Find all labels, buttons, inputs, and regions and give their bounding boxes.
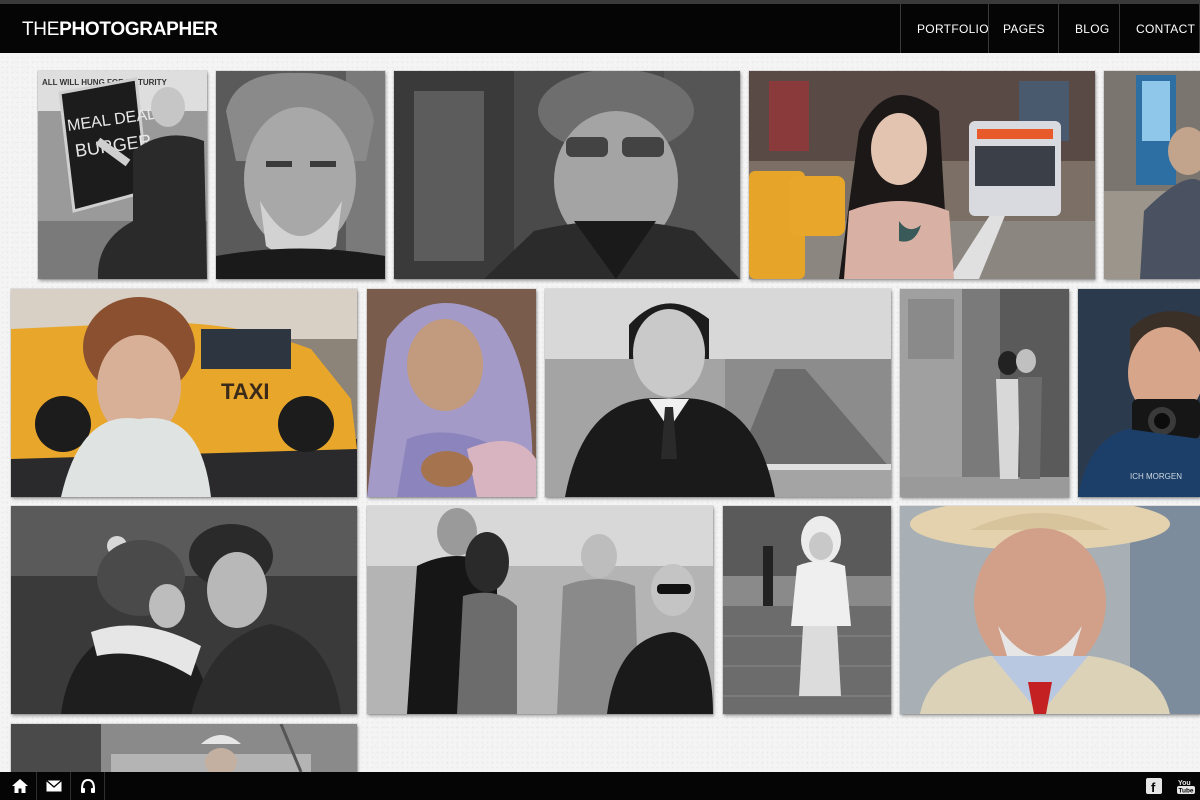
facebook-glyph: f <box>1151 780 1156 794</box>
mail-icon[interactable] <box>37 772 71 800</box>
facebook-icon[interactable]: f <box>1140 772 1168 800</box>
photo-man-straw-hat-red-tie[interactable] <box>900 506 1200 714</box>
nav-contact[interactable]: CONTACT <box>1119 4 1200 53</box>
photo-man-knit-hat[interactable] <box>394 71 740 279</box>
photo-chalkboard-man[interactable]: ALL WILL HUNG FOR MATURITY MEAL DEAL BUR… <box>38 71 207 279</box>
youtube-glyph: You <box>1178 780 1191 787</box>
photo-man-white-cap[interactable] <box>11 724 357 772</box>
photo-child-white-coat[interactable] <box>723 506 891 714</box>
taxi-text: TAXI <box>221 379 269 404</box>
shirt-text: ICH MORGEN <box>1130 472 1182 481</box>
youtube-icon[interactable]: You Tube <box>1172 772 1200 800</box>
nav-pages[interactable]: PAGES <box>988 4 1058 53</box>
site-logo[interactable]: THEPHOTOGRAPHER <box>22 19 218 43</box>
nav-blog[interactable]: BLOG <box>1058 4 1119 53</box>
home-icon[interactable] <box>3 772 37 800</box>
logo-prefix: THE <box>22 19 60 40</box>
photo-couple-kissing-wall[interactable] <box>900 289 1069 497</box>
nav-portfolio[interactable]: PORTFOLIO <box>900 4 989 53</box>
photo-man-subway-kiosk[interactable] <box>1104 71 1200 279</box>
photo-bearded-man-portrait[interactable] <box>216 71 385 279</box>
photo-woman-yellow-taxi[interactable]: TAXI <box>11 289 357 497</box>
site-footer: f You Tube <box>0 772 1200 800</box>
main-nav: PORTFOLIO PAGES BLOG CONTACT <box>900 4 1200 53</box>
photo-couple-kiss-crowd[interactable] <box>11 506 357 714</box>
photo-woman-times-square[interactable] <box>749 71 1095 279</box>
photo-old-woman-headscarf[interactable] <box>367 289 536 497</box>
logo-main: PHOTOGRAPHER <box>59 19 218 40</box>
svg-text:Tube: Tube <box>1179 788 1194 795</box>
photo-young-man-coat[interactable] <box>545 289 891 497</box>
site-header: THEPHOTOGRAPHER PORTFOLIO PAGES BLOG CON… <box>0 0 1200 53</box>
photo-couple-street-crowd[interactable] <box>367 506 713 714</box>
headphones-icon[interactable] <box>71 772 105 800</box>
photo-man-with-camera[interactable]: ICH MORGEN <box>1078 289 1200 497</box>
